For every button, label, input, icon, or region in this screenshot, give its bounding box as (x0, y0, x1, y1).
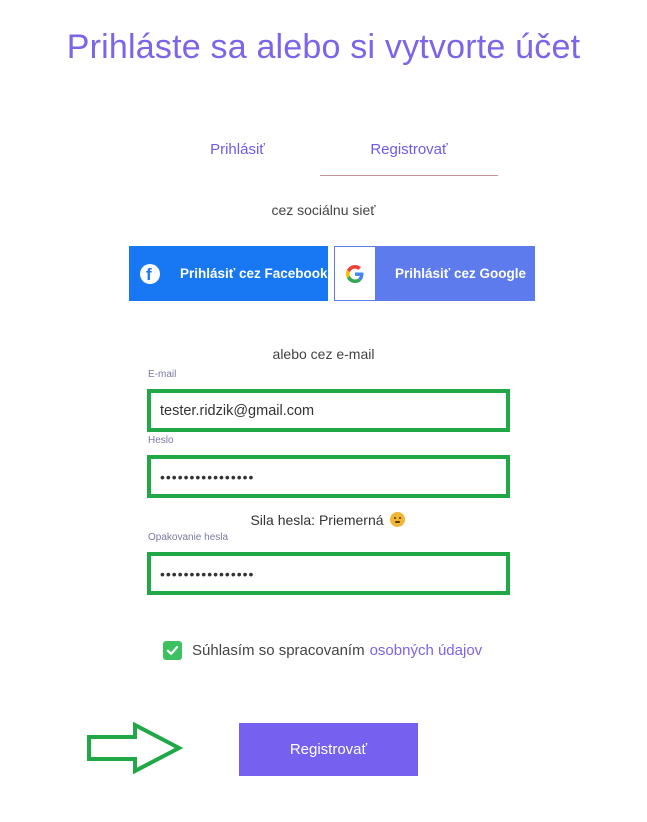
consent-row: Súhlasím so spracovaním osobných údajov (163, 641, 482, 660)
repeat-password-label: Opakovanie hesla (148, 532, 229, 543)
facebook-button-label: Prihlásiť cez Facebook (180, 266, 328, 281)
repeat-password-field[interactable]: •••••••••••••••• (147, 552, 510, 595)
consent-text: Súhlasím so spracovaním (192, 642, 365, 659)
password-label: Heslo (148, 435, 174, 446)
consent-checkbox[interactable] (163, 641, 182, 660)
email-label: E-mail (148, 369, 177, 380)
facebook-login-button[interactable]: f Prihlásiť cez Facebook (129, 246, 328, 301)
tab-login[interactable]: Prihlásiť (150, 141, 325, 158)
email-caption: alebo cez e-mail (272, 346, 375, 362)
page-title: Prihláste sa alebo si vytvorte účet (66, 28, 581, 66)
google-button-label: Prihlásiť cez Google (395, 266, 527, 281)
password-field[interactable]: •••••••••••••••• (147, 455, 510, 498)
google-icon (335, 247, 375, 300)
arrow-right-icon (87, 722, 184, 774)
checkmark-icon (166, 646, 179, 655)
social-caption: cez sociálnu sieť (271, 202, 376, 218)
tab-register[interactable]: Registrovať (320, 141, 498, 158)
facebook-icon: f (140, 263, 160, 284)
register-button[interactable]: Registrovať (239, 723, 418, 776)
password-strength-text: Sila hesla: Priemerná (250, 512, 384, 528)
google-login-button[interactable]: Prihlásiť cez Google (334, 246, 535, 301)
neutral-face-icon (389, 512, 405, 527)
privacy-link[interactable]: osobných údajov (370, 642, 483, 659)
password-strength: Sila hesla: Priemerná (0, 512, 647, 528)
email-field[interactable]: tester.ridzik@gmail.com (147, 389, 510, 432)
active-tab-underline (320, 175, 498, 176)
